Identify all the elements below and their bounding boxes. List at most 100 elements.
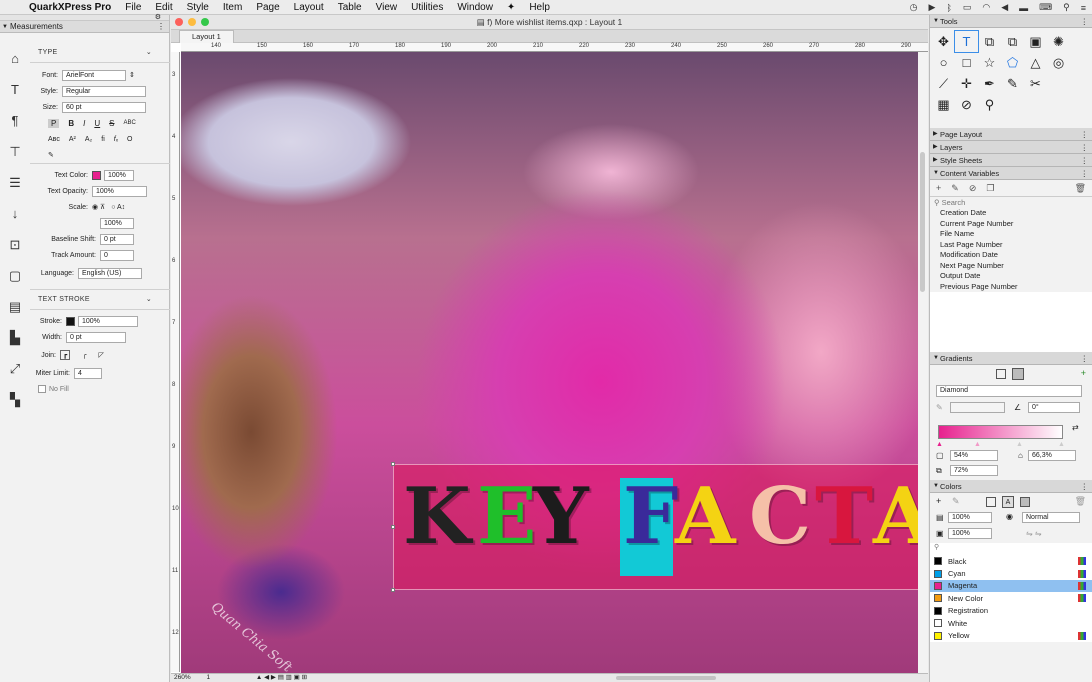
track-field[interactable]: 0 bbox=[100, 249, 134, 261]
color-opacity-field[interactable]: 100% bbox=[948, 528, 992, 539]
banner-letter-a[interactable]: A bbox=[675, 478, 736, 556]
text-color-target-icon[interactable]: A bbox=[1002, 496, 1014, 508]
more-options-icon[interactable]: ⋮ bbox=[1081, 352, 1089, 365]
more-options-icon[interactable]: ⋮ bbox=[1081, 167, 1089, 180]
chevron-down-icon[interactable]: ⌄ bbox=[146, 48, 152, 56]
small-caps-icon[interactable]: Aʙᴄ bbox=[48, 136, 60, 143]
edit-color-icon[interactable]: ✎ bbox=[952, 496, 960, 507]
resize-handle[interactable] bbox=[391, 525, 395, 529]
menu-table[interactable]: Table bbox=[331, 2, 369, 13]
star-tool-icon[interactable]: ☆ bbox=[978, 52, 1001, 73]
resize-handle[interactable] bbox=[391, 588, 395, 592]
color-item-white[interactable]: White bbox=[930, 617, 1092, 629]
vertical-scrollbar[interactable] bbox=[918, 52, 928, 673]
text-color-shade-field[interactable]: 100% bbox=[104, 169, 134, 181]
polygon-tool-icon[interactable]: ⬠ bbox=[1001, 52, 1024, 73]
scale-field[interactable]: 100% bbox=[100, 217, 134, 229]
more-options-icon[interactable]: ⋮ bbox=[157, 21, 165, 33]
background-target-icon[interactable] bbox=[1012, 368, 1024, 380]
color-item-registration[interactable]: Registration bbox=[930, 605, 1092, 617]
gear-icon[interactable]: ⚙ bbox=[155, 13, 161, 21]
menu-page[interactable]: Page bbox=[249, 2, 286, 13]
table-tool-icon[interactable]: ▦ bbox=[932, 94, 955, 115]
menu-utilities[interactable]: Utilities bbox=[404, 2, 450, 13]
underline-icon[interactable]: U bbox=[94, 119, 100, 128]
expand-triangle-icon[interactable]: ▶ bbox=[933, 128, 938, 141]
banner-letter-y[interactable]: Y bbox=[533, 478, 589, 556]
font-field[interactable]: ArielFont bbox=[62, 69, 126, 81]
zoom-window-button[interactable] bbox=[201, 18, 209, 26]
miter-join-icon[interactable]: ┏ bbox=[60, 350, 71, 360]
color-item-yellow[interactable]: Yellow bbox=[930, 629, 1092, 641]
banner-letter-e[interactable]: E bbox=[477, 478, 536, 556]
collapse-triangle-icon[interactable]: ▼ bbox=[933, 15, 939, 28]
menu-edit[interactable]: Edit bbox=[148, 2, 179, 13]
content-variables-search[interactable]: ⚲ Search bbox=[930, 197, 1092, 208]
collapse-triangle-icon[interactable]: ▼ bbox=[933, 480, 939, 493]
miter-limit-field[interactable]: 4 bbox=[74, 367, 102, 379]
superscript-icon[interactable]: A² bbox=[69, 136, 76, 143]
battery-icon[interactable]: ▬ bbox=[1019, 3, 1028, 13]
vertical-scroll-thumb[interactable] bbox=[920, 152, 925, 292]
collapse-triangle-icon[interactable]: ▼ bbox=[933, 167, 939, 180]
close-window-button[interactable] bbox=[175, 18, 183, 26]
gradients-panel-header[interactable]: ▼ Gradients ⋮ bbox=[930, 352, 1092, 365]
color-item-black[interactable]: Black bbox=[930, 555, 1092, 567]
page-layout-panel-header[interactable]: ▶ Page Layout ⋮ bbox=[930, 128, 1092, 141]
more-options-icon[interactable]: ⋮ bbox=[1081, 154, 1089, 167]
home-tab-icon[interactable]: ⌂ bbox=[0, 43, 30, 74]
add-gradient-icon[interactable]: + bbox=[1081, 368, 1086, 378]
minimize-window-button[interactable] bbox=[188, 18, 196, 26]
banner-letter-k[interactable]: K bbox=[403, 478, 471, 556]
pen-tool-icon[interactable]: ✒ bbox=[978, 73, 1001, 94]
page-number-field[interactable]: 1 bbox=[206, 674, 210, 681]
font-stepper-icon[interactable]: ⇕ bbox=[129, 71, 135, 79]
list-item[interactable]: Next Page Number bbox=[930, 261, 1092, 272]
expand-triangle-icon[interactable]: ▶ bbox=[933, 141, 938, 154]
collapse-triangle-icon[interactable]: ▼ bbox=[2, 21, 8, 33]
list-item[interactable]: Current Page Number bbox=[930, 219, 1092, 230]
horizontal-scroll-thumb[interactable] bbox=[616, 676, 716, 680]
spiral-tool-icon[interactable]: ◎ bbox=[1047, 52, 1070, 73]
freehand-tool-icon[interactable]: ✎ bbox=[1001, 73, 1024, 94]
character-tab-icon[interactable]: T bbox=[0, 74, 30, 105]
search-icon[interactable]: ⚲ bbox=[1063, 2, 1070, 13]
wifi-icon[interactable]: ◠ bbox=[982, 2, 990, 13]
add-color-icon[interactable]: + bbox=[936, 496, 941, 506]
input-source-icon[interactable]: ⌨ bbox=[1039, 2, 1052, 13]
size-field[interactable]: 60 pt bbox=[62, 101, 146, 113]
subscript-icon[interactable]: A₂ bbox=[85, 136, 92, 143]
picture-content-tool-icon[interactable]: ▣ bbox=[1024, 31, 1047, 52]
more-options-icon[interactable]: ⋮ bbox=[1081, 15, 1089, 28]
text-unlinking-tool-icon[interactable]: ⧉ bbox=[1001, 31, 1024, 52]
style-field[interactable]: Regular bbox=[62, 85, 146, 97]
colors-panel-header[interactable]: ▼ Colors ⋮ bbox=[930, 480, 1092, 493]
language-select[interactable]: English (US) bbox=[78, 267, 142, 279]
gradient-midpoint-field[interactable]: 72% bbox=[950, 465, 998, 476]
gradient-bar[interactable] bbox=[938, 425, 1063, 439]
italic-icon[interactable]: I bbox=[83, 119, 85, 128]
tools-palette-header[interactable]: ▼ Tools ⋮ bbox=[930, 15, 1092, 28]
app-menu[interactable]: QuarkXPress Pro bbox=[22, 2, 118, 13]
content-variables-panel-header[interactable]: ▼ Content Variables ⋮ bbox=[930, 167, 1092, 180]
duplicate-icon[interactable]: ❐ bbox=[986, 183, 994, 194]
eyedropper-tool-icon[interactable]: ⊘ bbox=[955, 94, 978, 115]
menu-help[interactable]: Help bbox=[522, 2, 557, 13]
more-options-icon[interactable]: ⋮ bbox=[1081, 141, 1089, 154]
time-machine-icon[interactable]: ◷ bbox=[910, 2, 918, 13]
banner-letter-a-2[interactable]: A bbox=[873, 478, 918, 556]
ligature-icon[interactable]: fi bbox=[101, 136, 105, 143]
color-item-cyan[interactable]: Cyan bbox=[930, 567, 1092, 579]
reverse-gradient-icon[interactable]: ⇄ bbox=[1072, 423, 1079, 432]
gradient-location-field[interactable]: 66,3% bbox=[1028, 450, 1076, 461]
notification-icon[interactable]: ≡ bbox=[1081, 3, 1086, 13]
banner-letter-f[interactable]: F bbox=[623, 478, 678, 556]
vertical-ruler[interactable]: 3 4 5 6 7 8 9 10 11 12 bbox=[171, 52, 180, 672]
bevel-join-icon[interactable]: ◸ bbox=[98, 351, 103, 359]
eye-icon[interactable]: ◉ bbox=[1006, 512, 1013, 521]
formula-icon[interactable]: fₓ bbox=[114, 136, 118, 143]
list-item[interactable]: Creation Date bbox=[930, 208, 1092, 219]
strikethrough-icon[interactable]: S bbox=[109, 119, 114, 128]
round-join-icon[interactable]: ╭ bbox=[82, 351, 86, 359]
link-icon[interactable]: ⊘ bbox=[969, 183, 977, 194]
